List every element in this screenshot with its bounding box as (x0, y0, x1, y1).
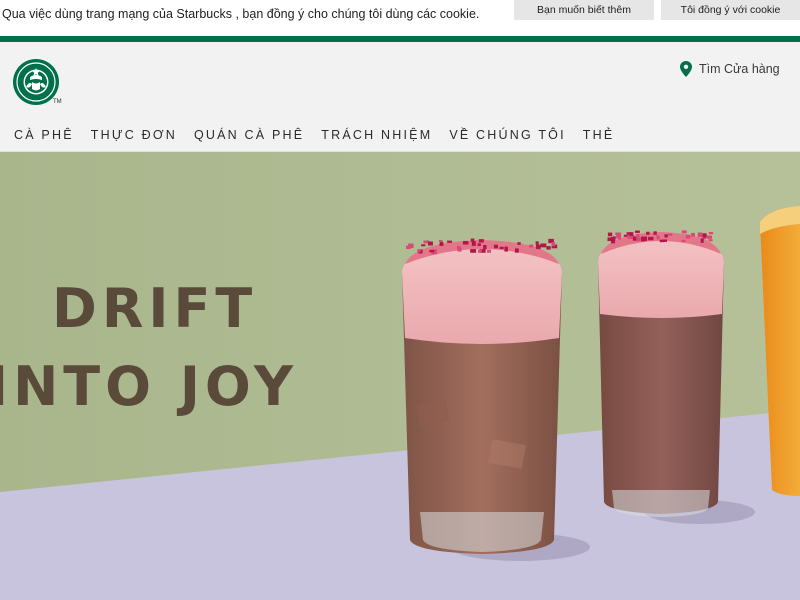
topping-crumb (617, 236, 622, 240)
topping-crumb (706, 235, 712, 239)
topping-crumb (646, 231, 650, 235)
nav-item-about-us[interactable]: VỀ CHÚNG TÔI (449, 128, 565, 142)
hero-headline-line2: INTO JOY (0, 355, 298, 418)
topping-crumb (540, 243, 547, 248)
topping-crumb (635, 230, 640, 233)
topping-crumb (447, 240, 453, 243)
topping-crumb (626, 232, 632, 235)
topping-crumb (653, 231, 657, 235)
topping-crumb (697, 232, 703, 238)
topping-crumb (478, 239, 484, 243)
topping-crumb (417, 249, 421, 253)
hero-banner[interactable]: DRIFT INTO JOY (0, 152, 800, 600)
topping-crumb (408, 243, 414, 249)
cookie-banner: Qua việc dùng trang mạng của Starbucks ,… (0, 0, 800, 35)
topping-crumb (427, 241, 433, 246)
topping-crumb (648, 236, 654, 241)
topping-crumb (546, 246, 551, 250)
topping-crumb (700, 238, 704, 243)
topping-crumb (656, 235, 660, 240)
store-finder-label: Tìm Cửa hàng (699, 62, 780, 76)
topping-crumb (493, 244, 498, 249)
site-header: TM Tìm Cửa hàng CÀ PHÊ THỰC ĐƠN QUÁN CÀ … (0, 42, 800, 152)
topping-crumb (708, 231, 714, 235)
topping-crumb (681, 230, 687, 234)
topping-crumb (514, 248, 519, 253)
topping-crumb (685, 234, 691, 239)
map-pin-icon (680, 61, 692, 77)
topping-crumb (636, 237, 641, 242)
topping-crumb (667, 233, 673, 236)
topping-crumb (439, 243, 444, 246)
trademark-mark: TM (53, 99, 62, 105)
topping-crumb (529, 244, 534, 248)
topping-crumb (641, 236, 648, 241)
topping-crumb (702, 233, 707, 238)
store-finder-link[interactable]: Tìm Cửa hàng (680, 61, 780, 77)
topping-crumb (636, 233, 640, 238)
topping-crumb (607, 237, 612, 242)
topping-crumb (487, 249, 492, 253)
topping-crumb (462, 240, 469, 245)
topping-crumb (457, 247, 462, 252)
topping-crumb (499, 246, 504, 250)
nav-item-card[interactable]: THẺ (583, 128, 615, 142)
topping-crumb (535, 241, 539, 245)
hero-headline: DRIFT INTO JOY (0, 270, 340, 426)
main-nav: CÀ PHÊ THỰC ĐƠN QUÁN CÀ PHÊ TRÁCH NHIỆM … (14, 128, 614, 142)
topping-crumb (623, 234, 628, 237)
topping-crumb (477, 243, 481, 247)
topping-crumb (429, 249, 435, 253)
nav-item-menu[interactable]: THỰC ĐƠN (91, 128, 177, 142)
topping-crumb (478, 249, 482, 253)
topping-crumb (632, 236, 637, 241)
cookie-message: Qua việc dùng trang mạng của Starbucks ,… (2, 7, 480, 21)
topping-crumb (504, 246, 508, 252)
topping-crumb (421, 244, 426, 247)
topping-crumb (439, 240, 443, 243)
nav-item-stores[interactable]: QUÁN CÀ PHÊ (194, 128, 304, 142)
topping-crumb (517, 242, 521, 245)
nav-item-coffee[interactable]: CÀ PHÊ (14, 128, 74, 142)
topping-crumb (607, 232, 613, 237)
topping-crumb (708, 239, 713, 242)
cookie-learn-more-button[interactable]: Bạn muốn biết thêm (514, 0, 654, 20)
hero-headline-line1: DRIFT (52, 277, 258, 340)
topping-crumb (471, 241, 476, 246)
topping-crumb (691, 232, 695, 237)
topping-crumb (483, 244, 487, 250)
topping-crumb (551, 242, 556, 247)
topping-crumb (536, 245, 541, 250)
topping-crumb (470, 249, 477, 253)
topping-crumb (664, 234, 668, 238)
nav-item-responsibility[interactable]: TRÁCH NHIỆM (321, 128, 432, 142)
topping-crumb (662, 239, 667, 242)
cookie-agree-button[interactable]: Tôi đồng ý với cookie (661, 0, 800, 20)
topping-crumb (681, 239, 686, 243)
